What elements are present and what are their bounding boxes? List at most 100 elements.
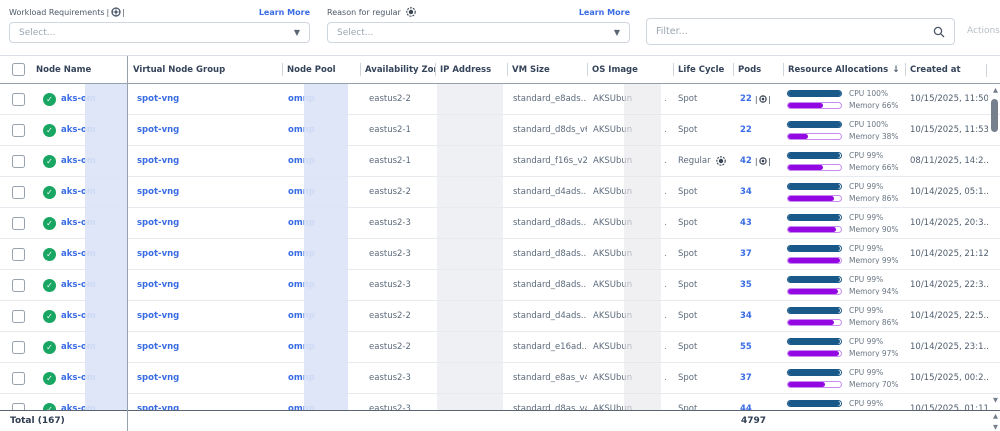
scrollbar-thumb[interactable]	[991, 99, 998, 132]
pods-count-link[interactable]: 37	[740, 373, 752, 383]
outer-scrollbar-down-arrow[interactable]: ▼	[993, 424, 998, 431]
virtual-node-group-link[interactable]: spot-vng	[137, 311, 179, 321]
regular-reason-icon[interactable]	[716, 156, 726, 166]
workload-requirements-label: Workload Requirements ||	[9, 7, 126, 17]
created-at-cell: 10/15/2025, 11:50...	[905, 94, 988, 104]
pods-count-link[interactable]: 22	[740, 125, 752, 135]
pods-count-link[interactable]: 34	[740, 187, 752, 197]
node-pool-link[interactable]: omnp	[288, 94, 315, 104]
node-name-link[interactable]: aks-om	[61, 249, 96, 259]
node-name-link[interactable]: aks-om	[61, 218, 96, 228]
node-pool-link[interactable]: omnp	[288, 218, 315, 228]
node-name-link[interactable]: aks-om	[61, 311, 96, 321]
virtual-node-group-link[interactable]: spot-vng	[137, 342, 179, 352]
vm-size-cell: standard_d8ads...	[507, 218, 587, 228]
row-checkbox[interactable]	[12, 186, 25, 199]
outer-scrollbar-up-arrow[interactable]: ▲	[993, 413, 998, 420]
availability-zone-cell: eastus2-2	[360, 94, 435, 104]
virtual-node-group-link[interactable]: spot-vng	[137, 94, 179, 104]
col-created-at[interactable]: Created at	[905, 63, 988, 76]
workload-requirements-select[interactable]: Select... ▼	[9, 22, 310, 43]
scrollbar-up-arrow[interactable]: ▲	[993, 87, 998, 94]
virtual-node-group-link[interactable]: spot-vng	[137, 280, 179, 290]
node-pool-link[interactable]: omnp	[288, 373, 315, 383]
availability-zone-cell: eastus2-1	[360, 125, 435, 135]
resource-allocations-cell: CPU 99% Memory 86%	[783, 306, 905, 326]
virtual-node-group-link[interactable]: spot-vng	[137, 373, 179, 383]
os-image-cell: AKSUbun.	[587, 373, 673, 383]
sort-desc-icon[interactable]: ↓	[892, 65, 900, 75]
cpu-bar: CPU 99%	[787, 337, 883, 345]
workload-gear-icon: ||	[107, 7, 126, 17]
os-image-ellipsis: .	[664, 280, 667, 290]
table-row: ✓ aks-om spot-vng omnp eastus2-1 standar…	[0, 115, 1000, 146]
row-checkbox[interactable]	[12, 403, 25, 411]
column-divider	[360, 63, 361, 76]
node-name-link[interactable]: aks-om	[61, 342, 96, 352]
pods-count-link[interactable]: 34	[740, 311, 752, 321]
pods-count-link[interactable]: 22	[740, 94, 752, 104]
node-pool-link[interactable]: omnp	[288, 342, 315, 352]
memory-bar: Memory 38%	[787, 132, 899, 140]
virtual-node-group-link[interactable]: spot-vng	[137, 156, 179, 166]
row-checkbox[interactable]	[12, 372, 25, 385]
col-resource-allocations[interactable]: Resource Allocations↓☰	[783, 63, 905, 76]
virtual-node-group-link[interactable]: spot-vng	[137, 249, 179, 259]
row-checkbox[interactable]	[12, 124, 25, 137]
node-pool-link[interactable]: omnp	[288, 156, 315, 166]
pods-count-link[interactable]: 37	[740, 249, 752, 259]
actions-button[interactable]: Actions	[967, 26, 1000, 36]
cpu-bar: CPU 99%	[787, 399, 883, 407]
virtual-node-group-link[interactable]: spot-vng	[137, 125, 179, 135]
node-pool-link[interactable]: omnp	[288, 280, 315, 290]
row-checkbox[interactable]	[12, 310, 25, 323]
search-icon[interactable]	[933, 26, 945, 38]
row-checkbox[interactable]	[12, 155, 25, 168]
reason-for-regular-select[interactable]: Select... ▼	[327, 22, 630, 43]
pods-count-link[interactable]: 55	[740, 342, 752, 352]
pods-count-link[interactable]: 35	[740, 280, 752, 290]
filter-input[interactable]	[656, 26, 933, 37]
row-checkbox[interactable]	[12, 341, 25, 354]
lifecycle-cell: Spot	[673, 311, 733, 321]
workload-select-placeholder: Select...	[19, 28, 55, 38]
node-name-link[interactable]: aks-om	[61, 125, 96, 135]
node-name-link[interactable]: aks-om	[61, 373, 96, 383]
workload-learn-more-link[interactable]: Learn More	[259, 8, 310, 17]
col-ip-address[interactable]: IP Address	[435, 63, 507, 76]
node-name-link[interactable]: aks-om	[61, 156, 96, 166]
row-checkbox[interactable]	[12, 279, 25, 292]
virtual-node-group-link[interactable]: spot-vng	[137, 187, 179, 197]
col-node-pool[interactable]: Node Pool	[282, 63, 360, 76]
row-checkbox[interactable]	[12, 217, 25, 230]
node-pool-link[interactable]: omnp	[288, 311, 315, 321]
node-pool-link[interactable]: omnp	[288, 249, 315, 259]
vm-size-cell: standard_e8ads...	[507, 94, 587, 104]
node-healthy-icon: ✓	[43, 217, 56, 230]
node-pool-link[interactable]: omnp	[288, 187, 315, 197]
node-name-link[interactable]: aks-om	[61, 187, 96, 197]
col-vm-size[interactable]: VM Size	[507, 63, 587, 76]
col-availability-zone[interactable]: Availability Zone	[360, 63, 435, 76]
availability-zone-cell: eastus2-2	[360, 311, 435, 321]
node-pool-link[interactable]: omnp	[288, 125, 315, 135]
scrollbar-down-arrow[interactable]: ▼	[993, 397, 998, 404]
row-checkbox[interactable]	[12, 93, 25, 106]
vm-size-cell: standard_f16s_v2	[507, 156, 587, 166]
col-virtual-node-group[interactable]: Virtual Node Group	[127, 65, 282, 75]
table-row: ✓ aks-om spot-vng omnp eastus2-3 standar…	[0, 270, 1000, 301]
pods-count-link[interactable]: 42	[740, 156, 752, 166]
row-checkbox[interactable]	[12, 248, 25, 261]
lifecycle-cell: Spot	[673, 125, 733, 135]
node-name-link[interactable]: aks-om	[61, 94, 96, 104]
pods-count-link[interactable]: 43	[740, 218, 752, 228]
node-name-link[interactable]: aks-om	[61, 280, 96, 290]
virtual-node-group-link[interactable]: spot-vng	[137, 218, 179, 228]
select-all-checkbox[interactable]	[12, 63, 25, 76]
col-os-image[interactable]: OS Image	[587, 63, 673, 76]
cpu-bar: CPU 99%	[787, 182, 883, 190]
col-life-cycle[interactable]: Life Cycle	[673, 63, 733, 76]
col-pods[interactable]: Pods	[733, 63, 783, 76]
col-node-name[interactable]: Node Name	[36, 65, 127, 75]
reason-learn-more-link[interactable]: Learn More	[579, 8, 630, 17]
